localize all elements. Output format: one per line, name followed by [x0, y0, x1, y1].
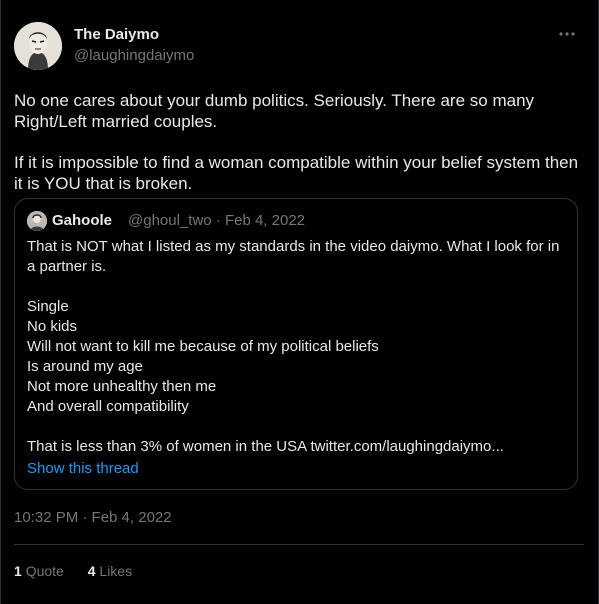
more-horizontal-icon[interactable] [555, 24, 579, 44]
quoted-author-meta: @ghoul_two · Feb 4, 2022 [128, 212, 306, 229]
tweet-header: The Daiymo @laughingdaiymo [14, 22, 585, 72]
likes-count: 4 [87, 563, 96, 579]
engagement-stats: 1 Quote 4 Likes [14, 563, 152, 579]
quoted-list-item: No kids [27, 318, 78, 335]
tweet-paragraph: No one cares about your dumb politics. S… [14, 91, 535, 131]
likes-label: Likes [99, 563, 133, 579]
quoted-intro: That is NOT what I listed as my standard… [27, 238, 560, 275]
author-handle[interactable]: @laughingdaiymo [74, 47, 194, 64]
quoted-author-name[interactable]: Gahoole [52, 212, 112, 229]
quoted-author-avatar[interactable] [27, 211, 47, 231]
divider [14, 544, 584, 545]
quotes-label: Quote [25, 563, 64, 579]
author-avatar[interactable] [14, 22, 62, 70]
quoted-avatar-image [27, 211, 47, 231]
quoted-tweet-card[interactable]: Gahoole @ghoul_two · Feb 4, 2022 That is… [14, 198, 578, 490]
quotes-stat[interactable]: 1 Quote [14, 563, 64, 579]
tweet-text: No one cares about your dumb politics. S… [14, 90, 584, 194]
show-thread-link[interactable]: Show this thread [27, 460, 139, 477]
quoted-list-item: Single [27, 298, 69, 315]
quoted-closing: That is less than 3% of women in the USA… [27, 438, 504, 455]
quoted-tweet-body: That is NOT what I listed as my standard… [27, 237, 567, 457]
tweet-paragraph: If it is impossible to find a woman comp… [14, 153, 579, 193]
quoted-list-item: Not more unhealthy then me [27, 378, 217, 395]
frame-border-left [0, 0, 1, 604]
quoted-list-item: Is around my age [27, 358, 143, 375]
more-icon-glyph [559, 32, 575, 36]
likes-stat[interactable]: 4 Likes [88, 563, 132, 579]
quotes-count: 1 [14, 563, 22, 579]
quoted-list-item: Will not want to kill me because of my p… [27, 338, 379, 355]
tweet-timestamp[interactable]: 10:32 PM · Feb 4, 2022 [14, 509, 172, 526]
author-name[interactable]: The Daiymo [74, 26, 159, 43]
author-avatar-image [14, 22, 62, 70]
quoted-list-item: And overall compatibility [27, 398, 189, 415]
